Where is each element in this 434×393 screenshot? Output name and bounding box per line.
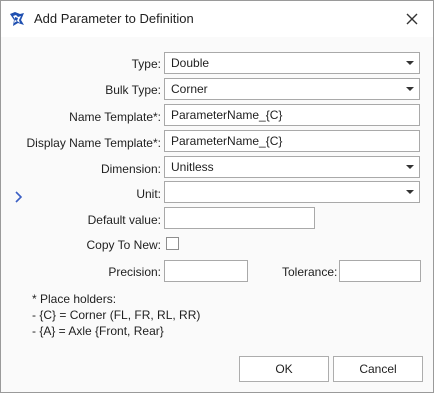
- chevron-down-icon: [406, 87, 414, 91]
- name-template-input[interactable]: [164, 104, 420, 126]
- dimension-label: Dimension:: [100, 162, 161, 176]
- unit-dropdown[interactable]: [164, 181, 420, 203]
- tolerance-input[interactable]: [339, 260, 421, 282]
- close-button[interactable]: [401, 8, 423, 30]
- dimension-value: Unitless: [171, 160, 214, 174]
- copy-to-new-label: Copy To New:: [86, 238, 161, 252]
- type-dropdown[interactable]: Double: [164, 52, 420, 74]
- display-name-template-input[interactable]: [164, 130, 420, 152]
- bulk-type-value: Corner: [171, 82, 208, 96]
- notes-heading: * Place holders:: [32, 292, 117, 306]
- dialog-title: Add Parameter to Definition: [34, 11, 194, 26]
- display-name-template-label: Display Name Template*:: [26, 136, 161, 150]
- default-value-input[interactable]: [164, 207, 315, 229]
- chevron-down-icon: [406, 190, 414, 194]
- dimension-dropdown[interactable]: Unitless: [164, 156, 420, 178]
- precision-input[interactable]: [164, 260, 248, 282]
- app-logo-icon: [9, 11, 25, 27]
- type-value: Double: [171, 56, 210, 70]
- dialog-window: Add Parameter to Definition Type: Double…: [0, 0, 434, 393]
- chevron-right-icon: [15, 191, 23, 203]
- unit-label: Unit:: [136, 187, 161, 201]
- notes-corner: - {C} = Corner (FL, FR, RL, RR): [32, 308, 201, 322]
- expand-panel-button[interactable]: [13, 187, 25, 207]
- type-label: Type:: [131, 57, 161, 71]
- chevron-down-icon: [406, 61, 414, 65]
- tolerance-label: Tolerance:: [282, 265, 338, 279]
- copy-to-new-checkbox[interactable]: [166, 237, 179, 250]
- name-template-label: Name Template*:: [69, 110, 161, 124]
- precision-label: Precision:: [108, 265, 161, 279]
- ok-button[interactable]: OK: [239, 356, 329, 382]
- notes-axle: - {A} = Axle {Front, Rear}: [32, 324, 164, 338]
- default-value-label: Default value:: [87, 213, 161, 227]
- close-icon: [406, 13, 418, 25]
- title-bar: Add Parameter to Definition: [1, 1, 433, 37]
- cancel-button[interactable]: Cancel: [333, 356, 423, 382]
- bulk-type-dropdown[interactable]: Corner: [164, 78, 420, 100]
- bulk-type-label: Bulk Type:: [105, 83, 161, 97]
- placeholder-notes: * Place holders: - {C} = Corner (FL, FR,…: [32, 291, 200, 339]
- chevron-down-icon: [406, 165, 414, 169]
